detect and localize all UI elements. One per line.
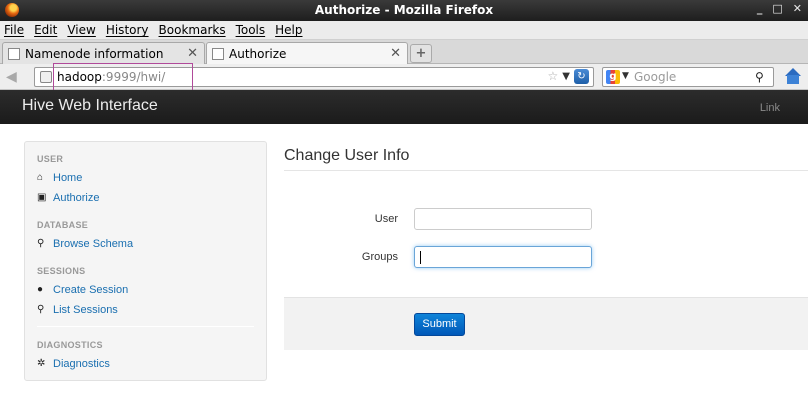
menu-history[interactable]: History (106, 23, 149, 37)
url-bar[interactable]: hadoop:9999/hwi/ ☆ ▼ ↻ (34, 63, 594, 91)
window-controls: _ □ ✕ (757, 2, 802, 15)
back-arrow-icon[interactable]: ◀ (6, 69, 17, 85)
search-bar[interactable]: g ▼ Google ⚲ (602, 67, 774, 87)
home-button-icon[interactable] (784, 68, 802, 86)
sidebar-item-home[interactable]: ⌂ Home (37, 172, 82, 184)
groups-input[interactable] (414, 246, 592, 268)
menu-help[interactable]: Help (275, 23, 302, 37)
hive-navbar: Hive Web Interface Link (0, 90, 808, 124)
search-icon: ⚲ (37, 304, 45, 315)
binoculars-icon[interactable]: ⚲ (755, 70, 769, 84)
bookmark-star-icon[interactable]: ☆ (548, 69, 559, 84)
menu-file[interactable]: File (4, 23, 24, 37)
user-label: User (374, 213, 398, 225)
url-text[interactable]: hadoop:9999/hwi/ (57, 70, 165, 84)
tab-label: Authorize (229, 47, 287, 61)
sidebar-item-label: Browse Schema (53, 238, 134, 250)
search-icon: ⚲ (37, 238, 45, 249)
home-body (787, 75, 799, 84)
menu-bar: File Edit View History Bookmarks Tools H… (0, 21, 808, 40)
tab-namenode-information[interactable]: Namenode information ✕ (2, 42, 205, 64)
minimize-button[interactable]: _ (757, 2, 763, 15)
sidebar-item-label: Home (53, 172, 83, 184)
url-path: :9999/hwi/ (101, 70, 166, 84)
page-title: Change User Info (284, 147, 410, 164)
menu-view[interactable]: View (67, 23, 95, 37)
brand-title[interactable]: Hive Web Interface (22, 97, 158, 115)
sidebar-item-label: List Sessions (53, 304, 118, 316)
tab-bar: Namenode information ✕ Authorize ✕ + (0, 40, 808, 65)
menu-edit[interactable]: Edit (34, 23, 57, 37)
sidebar-item-browse-schema[interactable]: ⚲ Browse Schema (37, 238, 133, 250)
user-icon: ● (37, 284, 44, 295)
chevron-down-icon[interactable]: ▼ (622, 71, 629, 81)
sidebar: USER ⌂ Home ▣ Authorize DATABASE ⚲ Brows… (24, 141, 267, 381)
title-divider (284, 170, 808, 171)
search-placeholder: Google (634, 70, 677, 84)
close-window-button[interactable]: ✕ (793, 2, 802, 15)
nav-header-database: DATABASE (37, 220, 89, 230)
tab-label: Namenode information (25, 46, 164, 61)
gear-icon: ✲ (37, 358, 46, 369)
tab-authorize[interactable]: Authorize ✕ (206, 42, 408, 65)
chevron-down-icon[interactable]: ▼ (562, 71, 570, 84)
menu-tools[interactable]: Tools (236, 23, 266, 37)
sidebar-item-create-session[interactable]: ● Create Session (37, 284, 128, 296)
site-identity-icon[interactable] (40, 71, 52, 83)
sidebar-item-authorize[interactable]: ▣ Authorize (37, 192, 99, 204)
lock-icon: ▣ (37, 192, 47, 203)
close-tab-icon[interactable]: ✕ (390, 46, 401, 61)
sidebar-item-diagnostics[interactable]: ✲ Diagnostics (37, 358, 110, 370)
home-icon: ⌂ (37, 172, 44, 183)
page-icon (8, 47, 20, 60)
navigation-bar: ◀ hadoop:9999/hwi/ ☆ ▼ ↻ g ▼ Google ⚲ (0, 63, 808, 91)
nav-header-user: USER (37, 154, 64, 164)
user-input[interactable] (414, 208, 592, 230)
submit-button[interactable]: Submit (414, 313, 465, 336)
window-title: Authorize - Mozilla Firefox (314, 3, 494, 17)
sidebar-item-list-sessions[interactable]: ⚲ List Sessions (37, 304, 118, 316)
groups-label: Groups (361, 251, 398, 263)
form-actions: Submit (284, 297, 808, 350)
page-icon (212, 48, 224, 60)
header-link[interactable]: Link (760, 102, 780, 114)
sidebar-item-label: Create Session (53, 284, 129, 296)
url-bar-actions: ☆ ▼ ↻ (548, 69, 589, 84)
maximize-button[interactable]: □ (772, 2, 782, 15)
text-caret (420, 251, 421, 264)
sidebar-item-label: Authorize (53, 192, 100, 204)
google-icon[interactable]: g (606, 70, 620, 84)
menu-bookmarks[interactable]: Bookmarks (159, 23, 226, 37)
sidebar-item-label: Diagnostics (53, 358, 110, 370)
sidebar-divider (37, 326, 254, 327)
window-titlebar: Authorize - Mozilla Firefox _ □ ✕ (0, 0, 808, 21)
reload-icon[interactable]: ↻ (574, 69, 589, 84)
url-host: hadoop (57, 70, 102, 84)
close-tab-icon[interactable]: ✕ (187, 46, 198, 61)
nav-header-sessions: SESSIONS (37, 266, 86, 276)
new-tab-button[interactable]: + (410, 44, 432, 63)
nav-header-diagnostics: DIAGNOSTICS (37, 340, 103, 350)
